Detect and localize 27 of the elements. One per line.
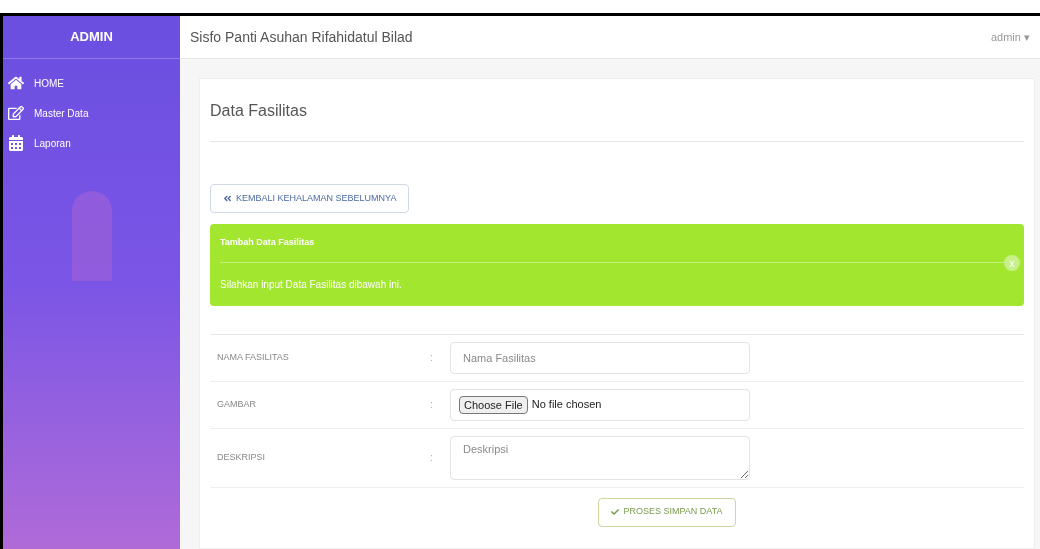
textarea-field[interactable]: Deskripsi [450, 435, 750, 480]
field-label: DESKRIPSI [216, 450, 266, 464]
field-label: NAMA FASILITAS [216, 350, 290, 364]
text-input-field[interactable]: Nama Fasilitas [450, 341, 750, 374]
file-input-field[interactable]: Choose File No file chosen [450, 388, 750, 421]
brand-title: ADMIN [70, 28, 113, 47]
colon-text: : [430, 398, 434, 412]
colon-text: : [430, 451, 434, 465]
double-chevron-left-icon [223, 194, 232, 203]
sidebar-nav-link[interactable]: HOME [8, 75, 180, 91]
submit-button[interactable]: PROSES SIMPAN DATA [598, 497, 736, 527]
sidebar-nav-link[interactable]: Laporan [8, 135, 180, 151]
app-title: Sisfo Panti Asuhan Rifahidatul Bilad [190, 27, 413, 47]
alert-message: Silahkan input Data Fasilitas dibawah ini. [220, 277, 403, 292]
colon-text: : [430, 351, 434, 365]
check-icon [611, 508, 620, 516]
file-status-text: No file chosen [531, 397, 602, 413]
page-title: Data Fasilitas [210, 79, 1024, 142]
edit-icon [8, 105, 24, 121]
user-menu[interactable]: admin ▾ [990, 28, 1030, 46]
sidebar-nav-link[interactable]: Master Data [8, 105, 180, 121]
back-button[interactable]: KEMBALI KEHALAMAN SEBELUMNYA [210, 184, 410, 213]
home-icon [8, 75, 24, 91]
field-label: GAMBAR [216, 397, 257, 411]
calendar-icon [8, 135, 24, 151]
choose-file-button[interactable]: Choose File [459, 395, 528, 414]
alert-title: Tambah Data Fasilitas [220, 236, 316, 249]
